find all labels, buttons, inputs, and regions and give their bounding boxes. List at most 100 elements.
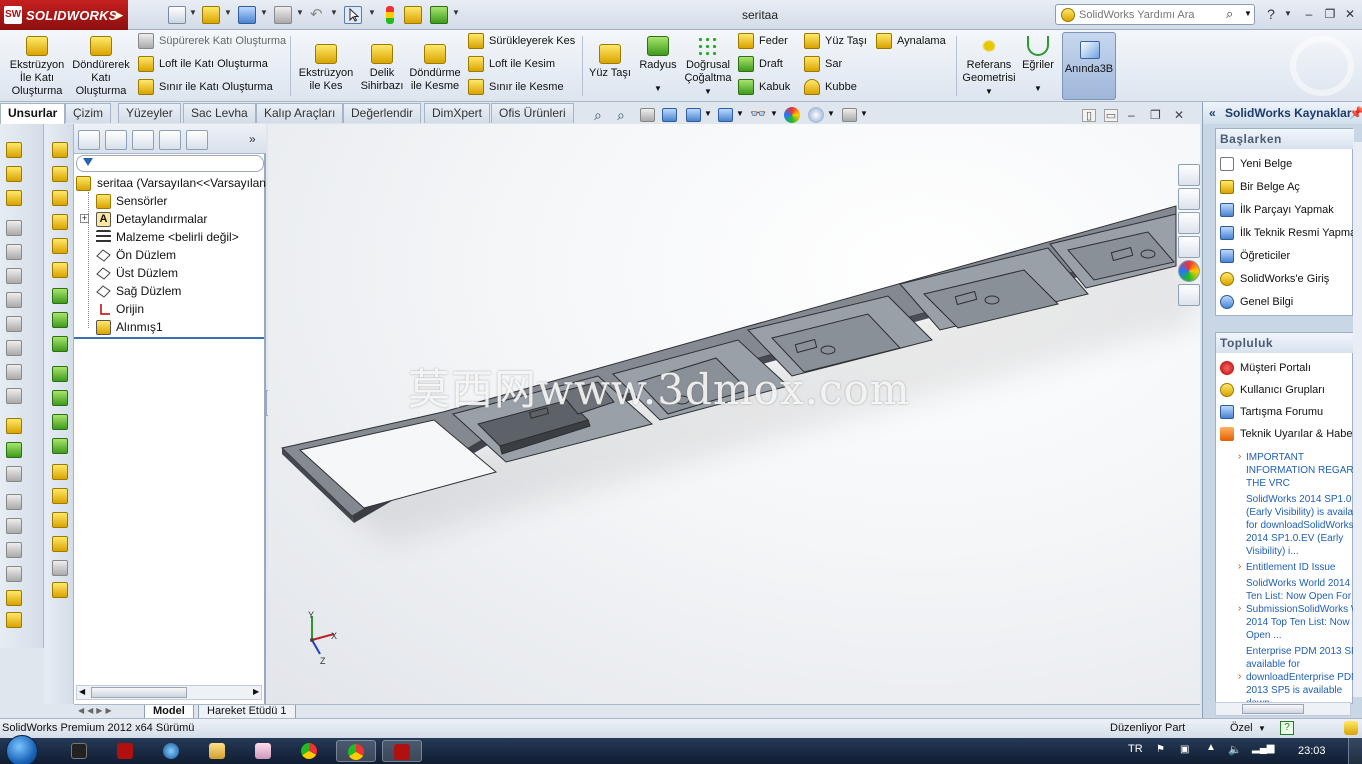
link-new-document[interactable]: Yeni Belge [1218, 153, 1354, 175]
collapse-chevron-icon[interactable]: « [1209, 102, 1216, 124]
revolve-cut-button[interactable]: Döndürme ile Kesme [408, 42, 462, 93]
link-tech-alerts[interactable]: Teknik Uyarılar & Haberler [1218, 423, 1354, 445]
language-indicator[interactable]: TR [1128, 743, 1143, 755]
open-folder-icon[interactable] [202, 6, 220, 24]
tab-dimxpert[interactable]: DimXpert [424, 103, 491, 123]
graphics-area[interactable]: 莫西网www.3dmox.com Y X Z [268, 124, 1200, 704]
link-tutorials[interactable]: Öğreticiler [1218, 245, 1354, 267]
scroll-right-icon[interactable]: ▶ [253, 687, 259, 696]
tree-item-top-plane[interactable]: Üst Düzlem [74, 264, 264, 282]
wrap-tool-icon[interactable] [52, 262, 68, 278]
feature-tree-tab-icon[interactable] [78, 130, 100, 150]
freeform-tool-icon[interactable] [52, 582, 68, 598]
dimension-tool-icon[interactable] [6, 494, 22, 510]
options-dropdown-icon[interactable]: ▼ [452, 8, 460, 17]
news-item-link[interactable]: SolidWorks World 2014 TopTen List: Now O… [1246, 577, 1354, 603]
flex-tool-icon[interactable] [52, 488, 68, 504]
select-dropdown-icon[interactable]: ▼ [368, 8, 376, 17]
expand-tabs-icon[interactable]: » [249, 132, 256, 146]
link-intro[interactable]: SolidWorks'e Giriş [1218, 268, 1354, 290]
revolve-boss-button[interactable]: Döndürerek Katı Oluşturma [70, 34, 132, 98]
property-manager-tab-icon[interactable] [105, 130, 127, 150]
cut-tool-icon[interactable] [6, 292, 22, 308]
display-style-icon[interactable] [718, 108, 733, 122]
link-user-groups[interactable]: Kullanıcı Grupları [1218, 379, 1354, 401]
design-library-icon[interactable] [1178, 188, 1200, 210]
taskbar-app[interactable] [244, 740, 284, 762]
sketch-pattern-tool-icon[interactable] [52, 438, 68, 454]
tab-scroll-arrows-icon[interactable]: ◀◀▶▶ [78, 706, 115, 715]
close-icon[interactable]: ✕ [1341, 6, 1359, 22]
mirror-tool-icon[interactable] [52, 336, 68, 352]
taskbar-app[interactable] [198, 740, 238, 762]
scrollbar-thumb[interactable] [1242, 704, 1304, 714]
reference-geometry-button[interactable]: Referans Geometrisi ▼ [960, 34, 1018, 98]
sweep-boss-button[interactable]: Süpürerek Katı Oluşturma [138, 32, 286, 52]
viewport-split-icon[interactable]: ▯ [1082, 109, 1096, 122]
shell-button[interactable]: Kabuk [738, 78, 790, 98]
draft-button[interactable]: Draft [738, 55, 783, 75]
loft-tool-icon[interactable] [6, 220, 22, 236]
zoom-to-area-icon[interactable]: ⌕ [617, 107, 625, 124]
taskbar-app[interactable] [382, 740, 422, 762]
scroll-left-icon[interactable]: ◀ [79, 687, 85, 696]
edit-appearance-icon[interactable] [784, 107, 800, 123]
help-icon[interactable]: ? [1262, 6, 1280, 22]
restore-icon[interactable]: ❐ [1321, 6, 1339, 22]
file-properties-icon[interactable] [404, 6, 422, 24]
tab-features[interactable]: Unsurlar [0, 103, 66, 124]
select-pointer-icon[interactable] [344, 6, 362, 24]
undo-dropdown-icon[interactable]: ▼ [330, 8, 338, 17]
custom-properties-icon[interactable] [1178, 284, 1200, 306]
help-dropdown-icon[interactable]: ▼ [1279, 6, 1297, 22]
fillet-button[interactable]: Radyus ▼ [636, 34, 680, 95]
fillet-tool-icon[interactable] [52, 190, 68, 206]
file-explorer-icon[interactable] [1178, 212, 1200, 234]
tree-item-origin[interactable]: Orijin [74, 300, 264, 318]
link-customer-portal[interactable]: Müşteri Portalı [1218, 357, 1354, 379]
open-dropdown-icon[interactable]: ▼ [224, 8, 232, 17]
spring-tool-icon[interactable] [6, 566, 22, 582]
scale-tool-icon[interactable] [52, 560, 68, 576]
task-pane-vertical-scrollbar[interactable] [1353, 142, 1362, 697]
options-icon[interactable] [430, 6, 448, 24]
curves-dropdown-icon[interactable]: ▼ [1018, 82, 1058, 95]
extrude-cut-button[interactable]: Ekstrüzyon ile Kes [296, 42, 356, 93]
taskbar-app[interactable] [336, 740, 376, 762]
extrude-cut-tool-icon[interactable] [6, 418, 22, 434]
taskbar-app[interactable] [290, 740, 330, 762]
view-settings-dropdown-icon[interactable]: ▼ [860, 109, 868, 118]
tab-mold-tools[interactable]: Kalıp Araçları [256, 103, 344, 123]
tab-office-products[interactable]: Ofis Ürünleri [491, 103, 574, 123]
taskbar-app[interactable] [106, 740, 146, 762]
reference-geometry-dropdown-icon[interactable]: ▼ [960, 85, 1018, 98]
section-view-icon[interactable] [662, 108, 677, 122]
clock-time[interactable]: 23:03 [1298, 745, 1326, 757]
draft-tool-icon[interactable] [52, 288, 68, 304]
apply-scene-dropdown-icon[interactable]: ▼ [827, 109, 835, 118]
circular-pattern-tool-icon[interactable] [52, 390, 68, 406]
curves-button[interactable]: Eğriler ▼ [1018, 34, 1058, 95]
dimxpert-manager-tab-icon[interactable] [159, 130, 181, 150]
show-desktop-button[interactable] [1348, 738, 1362, 764]
view-settings-icon[interactable] [842, 108, 857, 122]
boundary-cut-button[interactable]: Sınır ile Kesme [468, 78, 564, 98]
scrollbar-thumb[interactable] [91, 687, 187, 698]
news-item-link[interactable]: downloadEnterprise PDM 2013 SP5 is availa… [1246, 671, 1354, 705]
task-pane-horizontal-scrollbar[interactable] [1215, 702, 1351, 716]
chamfer-tool-icon[interactable] [52, 214, 68, 230]
display-style-dropdown-icon[interactable]: ▼ [736, 109, 744, 118]
tab-sketch[interactable]: Çizim [65, 103, 111, 123]
save-dropdown-icon[interactable]: ▼ [260, 8, 268, 17]
tab-motion-study[interactable]: Hareket Etüdü 1 [198, 705, 296, 719]
zoom-to-fit-icon[interactable]: ⌕ [594, 107, 602, 124]
tree-item-sensors[interactable]: Sensörler [74, 192, 264, 210]
home-icon[interactable] [1178, 164, 1200, 186]
hole-wizard-button[interactable]: Delik Sihirbazı [358, 42, 406, 93]
print-icon[interactable] [274, 6, 292, 24]
view-orientation-dropdown-icon[interactable]: ▼ [704, 109, 712, 118]
rebuild-notification-icon[interactable] [1344, 721, 1358, 735]
swept-cut-button[interactable]: Sürükleyerek Kes [468, 32, 575, 52]
loft-boss-button[interactable]: Loft ile Katı Oluşturma [138, 55, 268, 75]
instant3d-button[interactable]: Anında3B [1062, 32, 1116, 100]
